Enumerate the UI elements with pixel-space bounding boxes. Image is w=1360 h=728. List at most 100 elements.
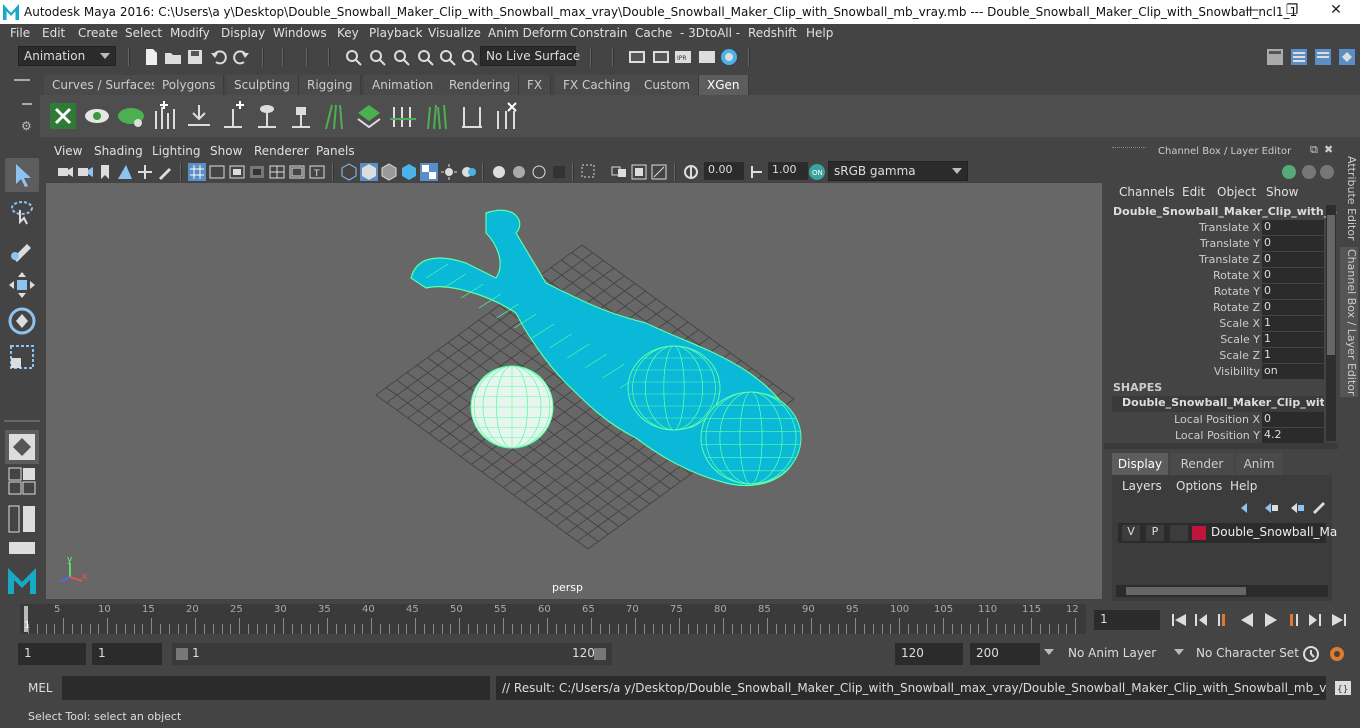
menu-visualize[interactable]: Visualize [428, 26, 481, 40]
animation-preferences-icon[interactable] [1328, 645, 1346, 663]
xgen-delete-guides-icon[interactable] [490, 101, 520, 131]
scene-end-field[interactable]: 200 [970, 643, 1040, 665]
grease-pencil-icon[interactable] [156, 163, 174, 181]
snowball-sphere[interactable] [470, 365, 554, 449]
save-scene-icon[interactable] [186, 48, 204, 66]
tab-curves-surfaces[interactable]: Curves / Surfaces [44, 75, 167, 95]
close-panel-icon[interactable]: ✖ [1324, 143, 1333, 156]
range-slider[interactable]: 1 120 [172, 643, 612, 665]
script-editor-icon[interactable]: {} [1334, 679, 1352, 697]
wireframe-on-shaded-icon[interactable] [380, 163, 398, 181]
channel-row[interactable]: Local Position X0 [1104, 412, 1338, 428]
rotate-tool[interactable] [5, 304, 39, 338]
move-layer-down-icon[interactable] [1262, 499, 1280, 517]
hyperbolic-icon[interactable] [1320, 165, 1334, 179]
xgen-place-guide-icon[interactable] [184, 101, 214, 131]
manipulator-icon[interactable] [1282, 165, 1296, 179]
layer-display-type-toggle[interactable] [1170, 525, 1188, 541]
shape-name[interactable]: Double_Snowball_Maker_Clip_with_... [1112, 396, 1324, 412]
xgen-sculpt-guides-icon[interactable] [320, 101, 350, 131]
menu-constrain[interactable]: Constrain [570, 26, 628, 40]
time-slider[interactable]: 1 5 10 15 20 25 30 35 40 45 50 55 60 65 70 75 80 85 90 95 1… [0, 602, 1360, 638]
image-plane-icon[interactable] [116, 163, 134, 181]
channel-value[interactable]: 1 [1262, 332, 1324, 347]
layer-tab-anim[interactable]: Anim [1236, 453, 1282, 475]
tab-fx[interactable]: FX [519, 75, 552, 95]
maximize-button[interactable]: ❐ [1272, 2, 1312, 22]
drag-handle[interactable] [1112, 147, 1146, 151]
channel-value[interactable]: 0 [1262, 252, 1324, 267]
minimize-button[interactable]: — [1232, 2, 1272, 22]
object-name[interactable]: Double_Snowball_Maker_Clip_with_S... [1113, 205, 1350, 218]
channel-value[interactable]: 0 [1262, 412, 1324, 427]
tab-xgen[interactable]: XGen [699, 75, 749, 95]
panel-menu-renderer[interactable]: Renderer [254, 144, 309, 158]
channel-row[interactable]: Rotate Z0 [1104, 300, 1338, 316]
step-forward-key-icon[interactable] [1306, 611, 1324, 629]
snowball-maker-mesh[interactable] [410, 209, 802, 487]
safe-action-icon[interactable] [288, 163, 306, 181]
new-layer-icon[interactable] [1288, 499, 1306, 517]
textured-icon[interactable] [400, 163, 418, 181]
graph-layout[interactable] [5, 540, 39, 556]
playback-start-field[interactable]: 1 [92, 643, 162, 665]
shelf-menu-icon[interactable] [14, 79, 30, 81]
panel-menu-shading[interactable]: Shading [94, 144, 143, 158]
cb-menu-object[interactable]: Object [1217, 185, 1256, 199]
scene-canvas[interactable] [46, 183, 1102, 599]
menu-3dtoall[interactable]: - 3DtoAll - [680, 26, 740, 40]
open-scene-icon[interactable] [164, 48, 182, 66]
toggle-attribute-editor-icon[interactable] [1290, 48, 1308, 66]
xgen-editor-icon[interactable] [48, 101, 78, 131]
gear-icon[interactable]: ⚙ [21, 119, 32, 133]
channel-box-tab[interactable]: Channel Box / Layer Editor [1340, 247, 1358, 397]
channel-value[interactable]: 0 [1262, 236, 1324, 251]
layer-tab-render[interactable]: Render [1170, 453, 1234, 475]
exposure-icon[interactable] [682, 163, 700, 181]
resolution-gate-icon[interactable] [228, 163, 246, 181]
xgen-guide-visibility-icon[interactable] [252, 101, 282, 131]
xray-components-icon[interactable] [630, 163, 648, 181]
channel-row[interactable]: Visibility on [1104, 364, 1338, 380]
move-tool[interactable] [5, 268, 39, 302]
tab-rigging[interactable]: Rigging [299, 75, 362, 95]
gamma-icon[interactable] [748, 163, 766, 181]
xgen-rebuild-guides-icon[interactable] [388, 101, 418, 131]
menu-cache[interactable]: Cache [635, 26, 672, 40]
render-settings-icon[interactable] [698, 48, 716, 66]
layer-horizontal-scrollbar[interactable] [1116, 585, 1328, 597]
redo-icon[interactable] [232, 48, 250, 66]
speed-icon[interactable] [1302, 165, 1316, 179]
layer-tab-display[interactable]: Display [1112, 453, 1168, 475]
channel-value[interactable]: 0 [1262, 220, 1324, 235]
select-by-hierarchy-icon[interactable] [344, 48, 362, 66]
xray-joints-icon[interactable] [610, 163, 628, 181]
scale-tool[interactable] [5, 340, 39, 374]
xgen-normalize-guides-icon[interactable] [422, 101, 452, 131]
menu-create[interactable]: Create [78, 26, 118, 40]
snap-to-grid-icon[interactable] [368, 48, 386, 66]
channel-row[interactable]: Rotate X0 [1104, 268, 1338, 284]
render-view-icon[interactable] [628, 48, 646, 66]
xgen-add-guides-icon[interactable] [218, 101, 248, 131]
grid-toggle-icon[interactable] [188, 163, 206, 181]
toggle-channel-box-icon[interactable] [1338, 48, 1356, 66]
range-end-handle[interactable] [594, 648, 606, 660]
toggle-tool-settings-icon[interactable] [1314, 48, 1332, 66]
channel-row[interactable]: Scale Y1 [1104, 332, 1338, 348]
xgen-groom-icon[interactable] [354, 101, 384, 131]
close-button[interactable]: ✕ [1316, 2, 1356, 22]
channel-row[interactable]: Scale X1 [1104, 316, 1338, 332]
color-space-dropdown[interactable]: sRGB gamma [828, 161, 968, 181]
channel-row[interactable]: Translate X0 [1104, 220, 1338, 236]
paint-select-tool[interactable] [5, 232, 39, 266]
bookmark-icon[interactable] [96, 163, 114, 181]
command-input[interactable] [62, 676, 490, 700]
channel-value[interactable]: on [1262, 364, 1324, 379]
menu-key[interactable]: Key [337, 26, 359, 40]
tab-sculpting[interactable]: Sculpting [226, 75, 300, 95]
snap-to-point-icon[interactable] [416, 48, 434, 66]
use-all-lights-icon[interactable] [420, 163, 438, 181]
wireframe-icon[interactable] [340, 163, 358, 181]
tab-custom[interactable]: Custom [636, 75, 699, 95]
